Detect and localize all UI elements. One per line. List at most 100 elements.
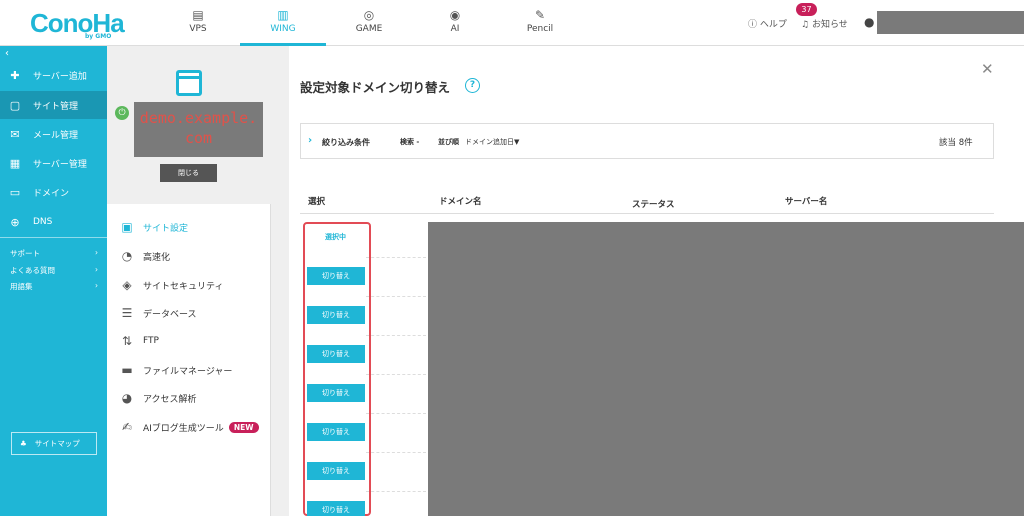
- filter-search: 検索 -: [400, 138, 420, 146]
- menu-item-speedup[interactable]: ◔ 高速化: [119, 246, 170, 266]
- collapse-icon[interactable]: ‹: [5, 48, 9, 59]
- filter-label: 絞り込み条件: [322, 138, 370, 147]
- sitemap-button[interactable]: ♣ サイトマップ: [11, 432, 97, 455]
- site-domain-text: demo.example. com: [139, 109, 258, 147]
- tab-pencil[interactable]: ✎ Pencil: [497, 0, 583, 46]
- menu-item-database[interactable]: ☰ データベース: [119, 303, 197, 323]
- chevron-right-icon: ›: [95, 265, 98, 274]
- tab-ai[interactable]: ◉ AI: [412, 0, 498, 46]
- tab-label: GAME: [355, 24, 383, 34]
- question-icon: ⓘ: [748, 20, 758, 30]
- sidebar-item-label: ドメイン: [33, 188, 70, 199]
- redacted-table-content: [428, 222, 1024, 516]
- wing-icon: ▥: [277, 8, 289, 22]
- folder-icon: ▬: [121, 363, 133, 377]
- menu-item-site-security[interactable]: ◈ サイトセキュリティ: [119, 275, 223, 295]
- switch-button[interactable]: 切り替え: [307, 501, 365, 516]
- page-title: 設定対象ドメイン切り替え: [300, 80, 451, 95]
- site-domain-box: demo.example. com: [134, 102, 263, 157]
- tab-wing[interactable]: ▥ WING: [240, 0, 326, 46]
- sidebar-divider: [0, 237, 107, 238]
- sidebar-item-label: DNS: [33, 217, 53, 227]
- switch-button[interactable]: 切り替え: [307, 423, 365, 441]
- tab-label: VPS: [189, 24, 207, 34]
- stopwatch-icon: ◔: [121, 249, 133, 263]
- globe-icon: ⊕: [10, 215, 20, 229]
- sidebar-link-support[interactable]: サポート ›: [10, 248, 98, 259]
- question-icon[interactable]: ?: [465, 78, 480, 93]
- mail-icon: ✉: [10, 127, 20, 141]
- tab-vps[interactable]: ▤ VPS: [155, 0, 241, 46]
- row-divider: [366, 335, 426, 336]
- close-button[interactable]: 閉じる: [160, 164, 217, 182]
- switch-button[interactable]: 切り替え: [307, 462, 365, 480]
- switch-button[interactable]: 切り替え: [307, 384, 365, 402]
- sidebar-item-label: サイト管理: [33, 101, 79, 112]
- user-icon[interactable]: ●: [864, 15, 874, 29]
- selected-label: 選択中: [325, 233, 346, 241]
- new-badge: NEW: [228, 421, 259, 433]
- shield-icon: ◈: [122, 278, 132, 292]
- top-header: ConoHa by GMO ▤ VPS ▥ WING ◎ GAME ◉ AI ✎…: [0, 0, 1024, 46]
- server-icon: ▤: [192, 8, 204, 22]
- menu-item-access-analysis[interactable]: ◕ アクセス解析: [119, 388, 197, 408]
- sidebar-link-label: 用語集: [10, 282, 33, 291]
- sidebar-item-mail-manage[interactable]: ✉ メール管理: [0, 120, 107, 148]
- menu-item-label: 高速化: [143, 252, 171, 263]
- pie-chart-icon: ◕: [121, 391, 133, 405]
- power-icon: ⏻: [115, 106, 129, 120]
- menu-item-ai-blog[interactable]: ✍ AIブログ生成ツール NEW: [119, 417, 259, 437]
- logo-sub: by GMO: [85, 33, 112, 40]
- menu-item-label: データベース: [143, 309, 197, 320]
- gamepad-icon: ◎: [363, 8, 375, 22]
- window-icon: ▢: [9, 98, 21, 112]
- menu-item-label: サイト設定: [143, 223, 189, 234]
- close-icon[interactable]: ✕: [981, 60, 994, 78]
- sidebar-item-add-server[interactable]: ✚ サーバー追加: [0, 61, 107, 89]
- sidebar-item-label: サーバー管理: [33, 159, 87, 170]
- row-divider: [366, 257, 426, 258]
- tab-game[interactable]: ◎ GAME: [326, 0, 412, 46]
- tab-label: AI: [450, 24, 460, 34]
- result-count: 該当 8件: [939, 138, 973, 148]
- switch-button[interactable]: 切り替え: [307, 345, 365, 363]
- row-divider: [366, 296, 426, 297]
- filter-bar[interactable]: › 絞り込み条件 検索 - 並び順 ドメイン追加日▼ 該当 8件: [300, 123, 994, 159]
- sidebar-item-domain[interactable]: ▭ ドメイン: [0, 178, 107, 206]
- sidebar: ‹ ✚ サーバー追加 ▢ サイト管理 ✉ メール管理 ▦ サーバー管理 ▭ ドメ…: [0, 46, 107, 516]
- tab-label: Pencil: [526, 24, 554, 34]
- server-manage-icon: ▦: [9, 156, 21, 170]
- sidebar-link-label: よくある質問: [10, 266, 55, 275]
- menu-item-label: サイトセキュリティ: [143, 281, 224, 292]
- sidebar-item-label: サーバー追加: [33, 71, 87, 82]
- sidebar-item-server-manage[interactable]: ▦ サーバー管理: [0, 149, 107, 177]
- row-divider: [366, 374, 426, 375]
- column-header-select: 選択: [308, 197, 326, 207]
- sidebar-link-glossary[interactable]: 用語集 ›: [10, 281, 98, 292]
- switch-button[interactable]: 切り替え: [307, 306, 365, 324]
- row-divider: [366, 413, 426, 414]
- ai-icon: ◉: [449, 8, 461, 22]
- site-settings-icon: ▣: [121, 220, 133, 234]
- switch-button[interactable]: 切り替え: [307, 267, 365, 285]
- column-header-status: ステータス: [632, 200, 675, 210]
- ai-blog-icon: ✍: [121, 420, 133, 434]
- notice-link[interactable]: ♫ お知らせ: [801, 17, 848, 30]
- sidebar-link-faq[interactable]: よくある質問 ›: [10, 265, 98, 276]
- menu-item-label: FTP: [143, 336, 159, 346]
- plus-icon: ✚: [10, 68, 20, 82]
- chevron-right-icon: ›: [95, 248, 98, 257]
- sort-value[interactable]: ドメイン追加日▼: [465, 137, 519, 147]
- sidebar-item-dns[interactable]: ⊕ DNS: [0, 208, 107, 236]
- menu-item-file-manager[interactable]: ▬ ファイルマネージャー: [119, 360, 232, 380]
- sort-label: 並び順: [438, 138, 459, 146]
- menu-item-ftp[interactable]: ⇅ FTP: [119, 331, 159, 351]
- bell-icon: ♫: [801, 20, 810, 30]
- row-divider: [366, 452, 426, 453]
- sidebar-item-site-manage[interactable]: ▢ サイト管理: [0, 91, 107, 119]
- help-link[interactable]: ⓘ ヘルプ: [748, 17, 787, 30]
- sitemap-icon: ♣: [20, 439, 27, 448]
- menu-item-site-settings[interactable]: ▣ サイト設定: [119, 217, 188, 237]
- redacted-user-name[interactable]: [877, 11, 1024, 34]
- sitemap-label: サイトマップ: [34, 439, 80, 448]
